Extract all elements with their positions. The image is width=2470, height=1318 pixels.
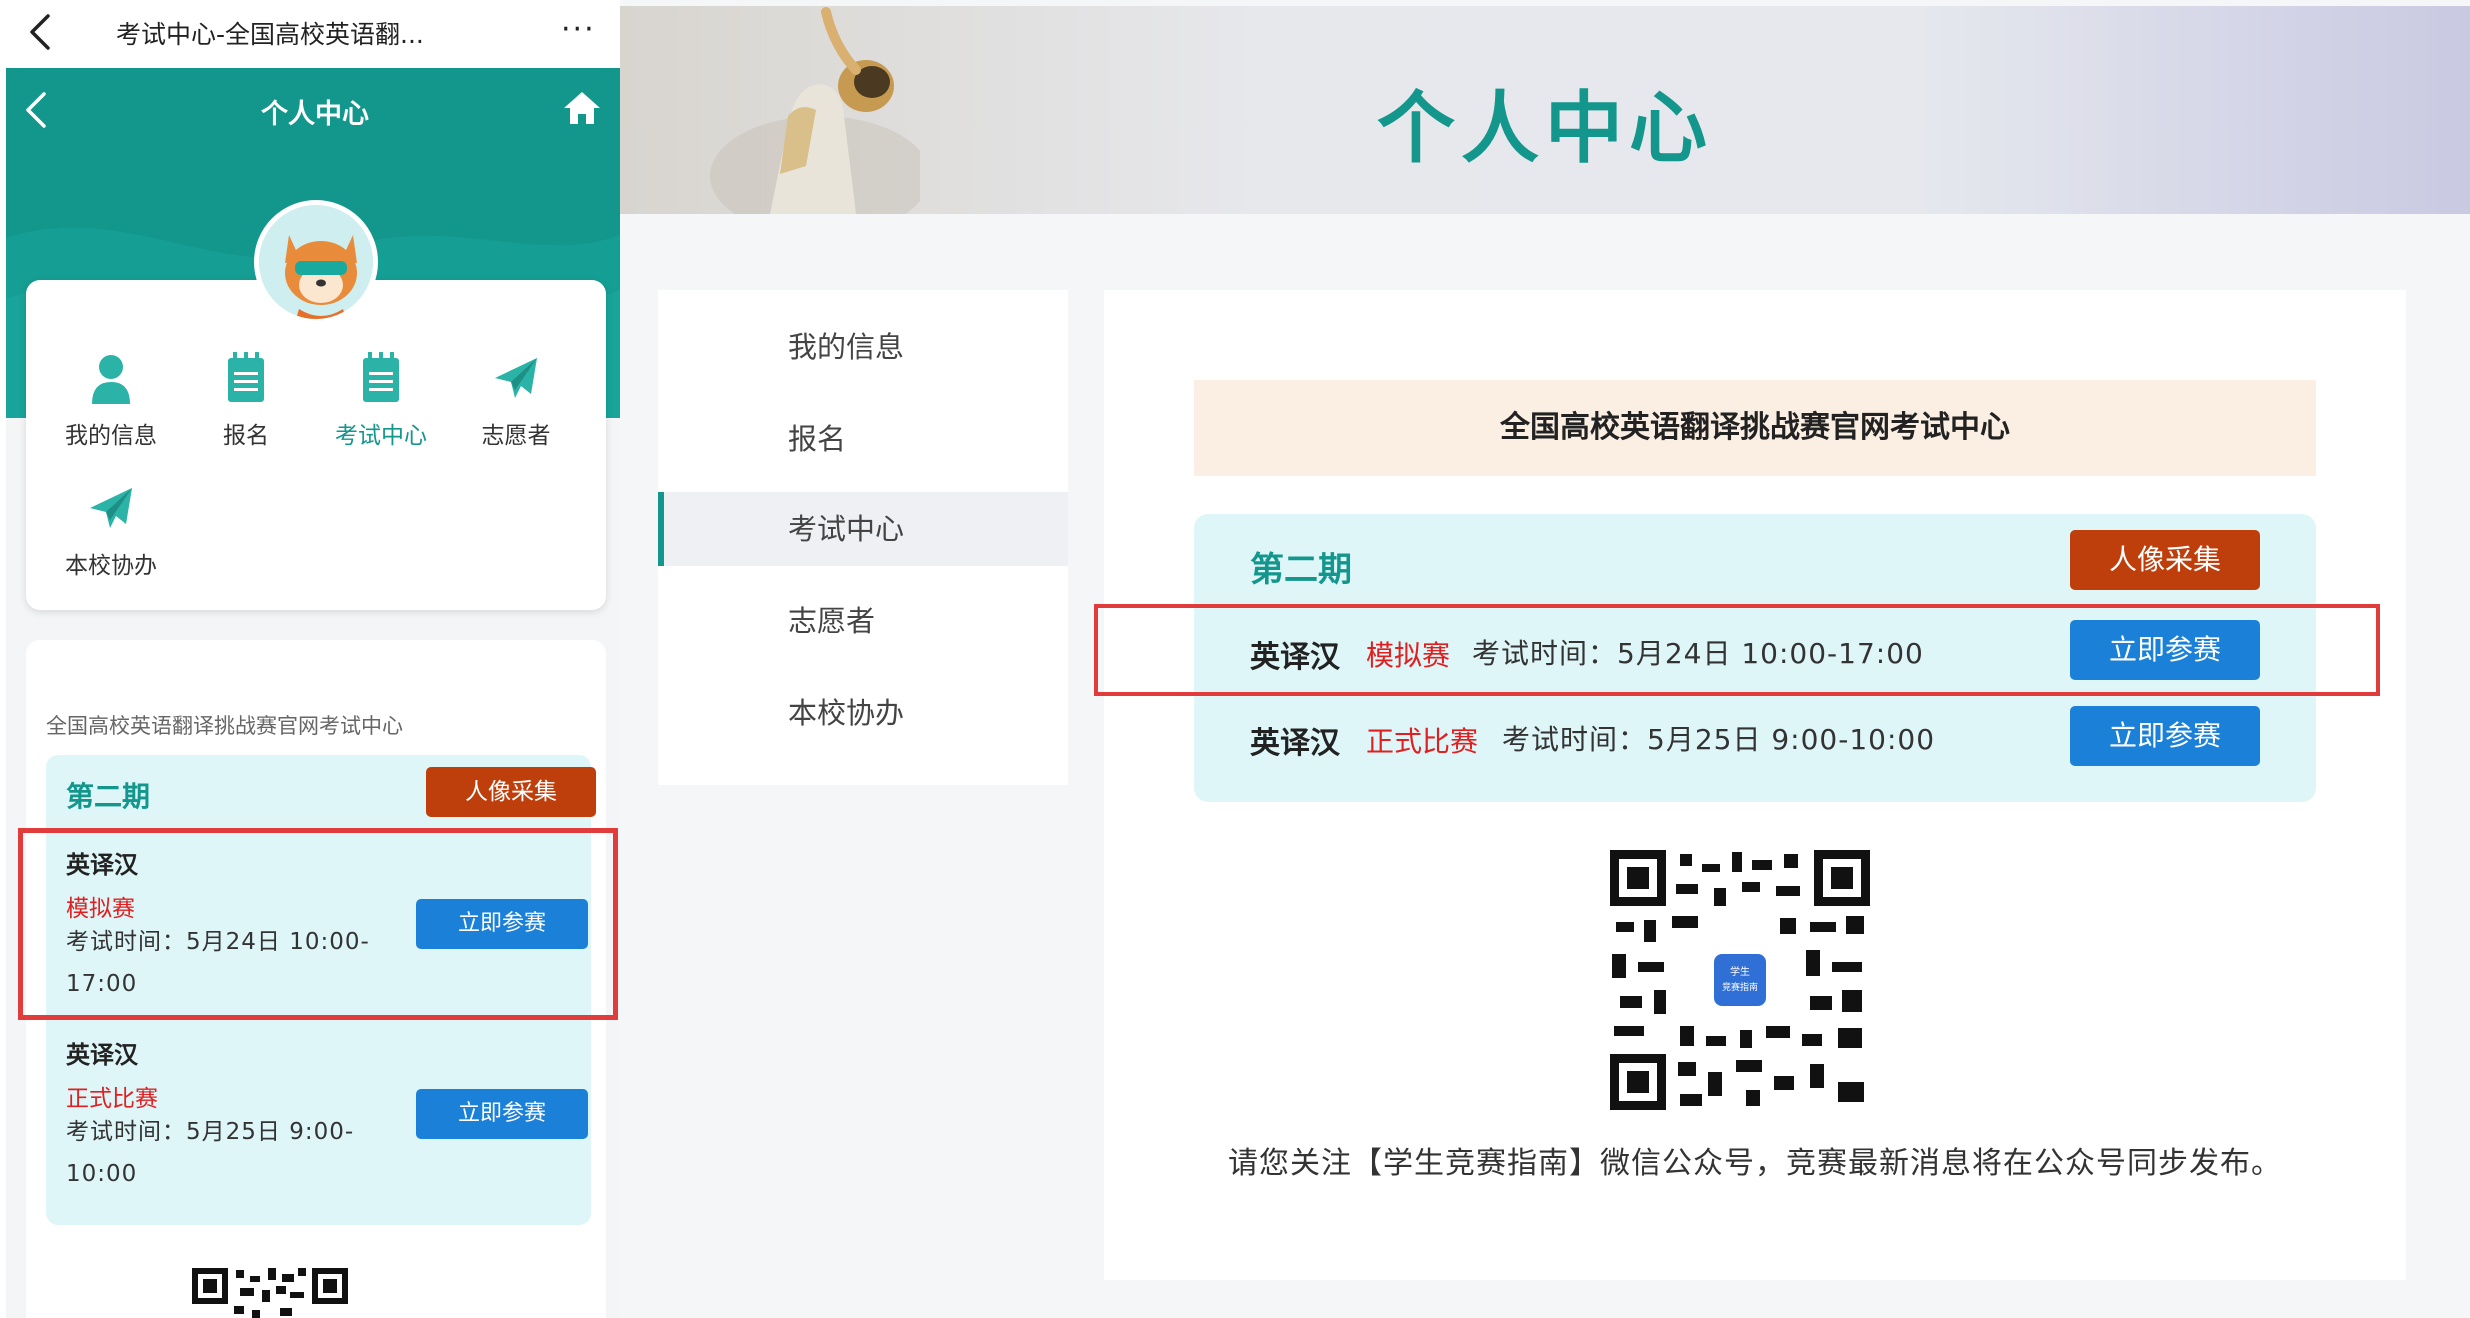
back-icon[interactable] (26, 12, 56, 52)
nav-item-label: 本校协办 (65, 553, 157, 579)
more-icon[interactable]: ··· (561, 12, 596, 47)
qr-code-image (190, 1266, 350, 1318)
exam-time: 考试时间：5月25日 9:00-10:00 (1502, 723, 1936, 756)
sidebar-item-co-host[interactable]: 本校协办 (658, 676, 1068, 750)
photo-capture-button[interactable]: 人像采集 (426, 767, 596, 817)
site-name: 全国高校英语翻译挑战赛官网考试中心 (46, 714, 403, 738)
nav-item-label: 志愿者 (481, 423, 551, 449)
home-icon[interactable] (562, 90, 602, 126)
nav-item-volunteer[interactable]: 志愿者 (451, 350, 581, 450)
sidebar-item-signup[interactable]: 报名 (658, 402, 1068, 476)
notepad-icon (228, 352, 264, 402)
paper-plane-icon (495, 358, 537, 398)
nav-item-signup[interactable]: 报名 (181, 350, 311, 450)
qr-code-image: 学生 竞赛指南 (1610, 850, 1870, 1110)
nav-item-co-host[interactable]: 本校协办 (46, 480, 176, 580)
section-heading: 全国高校英语翻译挑战赛官网考试中心 (1194, 380, 2316, 476)
user-icon (92, 355, 130, 404)
exam-name: 英译汉 (1250, 726, 1340, 761)
period-title: 第二期 (1250, 550, 1352, 590)
mobile-view: 考试中心-全国高校英语翻... ··· 个人中心 我的信息 报名 考试中心 志愿… (6, 0, 624, 1318)
nav-item-label: 考试中心 (335, 423, 427, 449)
avatar[interactable] (254, 200, 378, 324)
sidebar-item-exam-center[interactable]: 考试中心 (658, 492, 1068, 566)
sidebar: 我的信息 报名 考试中心 志愿者 本校协办 (658, 290, 1068, 785)
page-title: 个人中心 (261, 99, 369, 130)
exam-item: 英译汉 正式比赛 考试时间：5月25日 9:00-10:00 立即参赛 (46, 1025, 591, 1205)
paper-plane-icon (90, 488, 132, 528)
notepad-icon (363, 352, 399, 402)
mobile-nav-card: 我的信息 报名 考试中心 志愿者 本校协办 (26, 280, 606, 610)
banner: 个人中心 (620, 6, 2470, 214)
desktop-view: 个人中心 我的信息 报名 考试中心 志愿者 本校协办 全国高校英语翻译挑战赛官网… (620, 0, 2470, 1318)
exam-time: 考试时间：5月25日 9:00-10:00 (66, 1119, 355, 1187)
svg-text:学生: 学生 (1730, 965, 1750, 978)
exam-name: 英译汉 (66, 1041, 138, 1069)
join-exam-button[interactable]: 立即参赛 (2070, 706, 2260, 766)
highlight-box (18, 828, 618, 1020)
sidebar-item-my-info[interactable]: 我的信息 (658, 310, 1068, 384)
follow-notice: 请您关注【学生竞赛指南】微信公众号，竞赛最新消息将在公众号同步发布。 (1228, 1146, 2282, 1181)
exam-type: 正式比赛 (1366, 725, 1479, 758)
period-title: 第二期 (66, 780, 151, 813)
window-title: 考试中心-全国高校英语翻... (116, 20, 424, 49)
highlight-box (1094, 604, 2380, 696)
exam-row: 英译汉 正式比赛 考试时间：5月25日 9:00-10:00 立即参赛 (1250, 706, 2260, 768)
exam-type: 正式比赛 (66, 1086, 158, 1112)
svg-text:竞赛指南: 竞赛指南 (1722, 981, 1758, 993)
nav-item-label: 我的信息 (65, 423, 157, 449)
photo-capture-button[interactable]: 人像采集 (2070, 530, 2260, 590)
page-title: 个人中心 (1376, 84, 1713, 174)
nav-item-exam-center[interactable]: 考试中心 (316, 350, 446, 450)
main-content: 全国高校英语翻译挑战赛官网考试中心 第二期 人像采集 英译汉 模拟赛 考试时间：… (1104, 290, 2406, 1280)
mobile-top-bar: 考试中心-全国高校英语翻... ··· (6, 0, 624, 68)
nav-item-my-info[interactable]: 我的信息 (46, 350, 176, 450)
join-exam-button[interactable]: 立即参赛 (416, 1089, 588, 1139)
sidebar-item-volunteer[interactable]: 志愿者 (658, 584, 1068, 658)
nav-item-label: 报名 (223, 423, 269, 449)
